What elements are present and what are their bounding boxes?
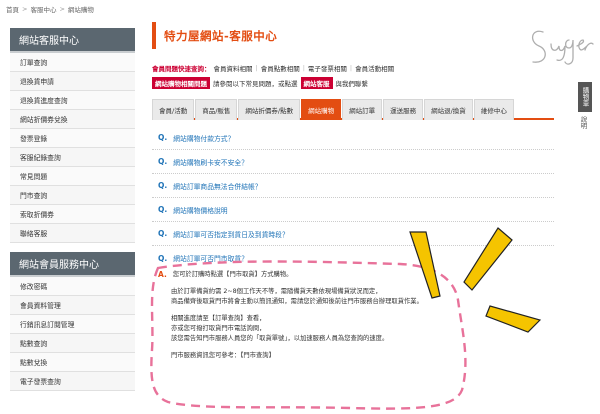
help-button[interactable]: 說明 [578,116,588,129]
breadcrumb: 首頁 > 客服中心 > 網站購物 [6,3,94,14]
tab-returns[interactable]: 網站退/換貨 [424,99,473,120]
question-mark-icon: Q. [158,253,168,263]
faq-question[interactable]: Q. 網站訂單可否指定到貨日及到貨時段？ [152,222,554,246]
category-tabs: 會員/活動 商品/販售 網站折價券/點數 網站購物 網站訂單 運送服務 網站退/… [152,99,554,120]
cart-button[interactable]: 購物車 [578,82,592,112]
divider: | [349,64,353,72]
breadcrumb-home[interactable]: 首頁 [6,4,19,14]
sidebar-item-invoice-register[interactable]: 發票登錄 [10,129,135,148]
answer-line: 由於訂單備貨約需 2~8個工作天不等，需隨備貨天數依現場備貨狀況而定， [171,288,382,295]
answer-line: 相關進度請至【訂單查詢】查看， [171,315,266,322]
quick-query-label: 會員問題快速查詢： [152,65,211,73]
question-mark-icon: Q. [158,133,168,142]
faq-question-text: 網站購物價格說明 [173,206,228,215]
quick-link-member-points[interactable]: 會員點數相關 [261,63,300,73]
answer-line: 該您需告知門市服務人員您的「取貨單號」，以加速服務人員為您查詢的速度。 [171,335,389,342]
hint-tag: 網站購物相關問題 [152,77,210,89]
sidebar-member-list: 修改密碼 會員資料管理 行銷訊息訂閱管理 點數查詢 點數兌換 電子發票查詢 [10,277,135,391]
quick-link-member-events[interactable]: 會員活動相關 [355,63,394,73]
faq-question-text: 網站訂單可否門市取貨？ [173,255,248,263]
page-title-bar: 特力屋網站-客服中心 [152,22,554,49]
faq-question-text: 網站訂單商品無法合併結帳？ [173,182,262,191]
sidebar-item-return-progress[interactable]: 退換貨進度查詢 [10,91,135,110]
sidebar-item-service-record[interactable]: 客服紀錄查詢 [10,148,135,167]
answer-line: 亦或您可撥打取貨門市電話詢問， [171,325,266,332]
sidebar-item-change-password[interactable]: 修改密碼 [10,277,135,296]
hint-text: 請參閱以下常見問題，或點選 [213,80,298,88]
tab-member-events[interactable]: 會員/活動 [152,99,195,120]
faq-question[interactable]: Q. 網站購物價格說明 [152,198,554,222]
faq-question-text: 網站購物刷卡安不安全？ [173,158,248,167]
faq-question-open[interactable]: Q. 網站訂單可否門市取貨？ [152,246,554,270]
quick-link-e-invoice[interactable]: 電子發票相關 [308,63,347,73]
breadcrumb-current: 網站購物 [67,5,94,14]
answer-line: 您可於訂購時點選【門市取貨】方式購物。 [172,271,293,278]
answer-mark-icon: A. [158,270,167,279]
sidebar-item-return-apply[interactable]: 退換貨申請 [10,72,135,91]
tab-delivery[interactable]: 運送服務 [383,99,424,120]
hint-suffix: 與我們聯繫 [335,80,369,88]
signature-watermark [525,22,595,85]
tab-online-orders[interactable]: 網站訂單 [342,99,383,120]
sidebar-member-title: 網站會員服務中心 [10,252,135,277]
breadcrumb-service[interactable]: 客服中心 [30,4,56,14]
sidebar-item-get-coupon[interactable]: 索取折價券 [10,205,135,224]
sidebar-item-points-query[interactable]: 點數查詢 [10,334,135,353]
tab-products[interactable]: 商品/販售 [195,99,238,120]
question-mark-icon: Q. [158,157,168,166]
sidebar-item-store-query[interactable]: 門市查詢 [10,186,135,205]
sidebar: 網站客服中心 訂單查詢 退換貨申請 退換貨進度查詢 網站折價券兌換 發票登錄 客… [10,28,135,391]
sidebar-item-order-query[interactable]: 訂單查詢 [10,53,135,72]
faq-question[interactable]: Q. 網站購物刷卡安不安全？ [152,150,554,174]
quick-link-member-data[interactable]: 會員資料相關 [214,63,253,73]
answer-line: 商品備齊後取貨門市將會主動以簡訊通知，需請您於通知後前往門市服務台辦理取貨作業。 [171,298,423,305]
tab-coupons-points[interactable]: 網站折價券/點數 [238,99,301,120]
question-mark-icon: Q. [158,229,168,238]
sidebar-service-title: 網站客服中心 [10,28,135,53]
divider: | [302,64,305,72]
answer-first-row: A. 您可於訂購時點選【門市取貨】方式購物。 [158,270,554,280]
question-mark-icon: Q. [158,181,168,190]
sidebar-item-coupon-redeem[interactable]: 網站折價券兌換 [10,110,135,129]
signature-icon [532,30,594,65]
sidebar-item-e-invoice[interactable]: 電子發票查詢 [10,372,135,391]
hint-line: 網站購物相關問題 請參閱以下常見問題，或點選 網站客服 與我們聯繫 [152,77,554,89]
main-content: 特力屋網站-客服中心 會員問題快速查詢： 會員資料相關 | 會員點數相關 | 電… [152,22,554,361]
divider: | [255,64,258,72]
faq-question-text: 網站購物付款方式？ [173,134,235,143]
faq-question[interactable]: Q. 網站訂單商品無法合併結帳？ [152,174,554,198]
page-title: 特力屋網站-客服中心 [164,28,278,43]
faq-answer: A. 您可於訂購時點選【門市取貨】方式購物。 由於訂單備貨約需 2~8個工作天不… [152,270,554,361]
sidebar-item-subscription[interactable]: 行銷訊息訂閱管理 [10,315,135,334]
sidebar-item-contact[interactable]: 聯絡客服 [10,224,135,243]
floating-side-tab: 購物車 說明 [578,82,592,129]
answer-line-store-link[interactable]: 門市服務資訊您可參考：【門市查詢】 [171,351,554,361]
sidebar-item-member-data[interactable]: 會員資料管理 [10,296,135,315]
question-mark-icon: Q. [158,205,168,214]
faq-list: Q. 網站購物付款方式？ Q. 網站購物刷卡安不安全？ Q. 網站訂單商品無法合併結帳… [152,126,554,361]
breadcrumb-separator: > [22,4,28,13]
sidebar-item-points-redeem[interactable]: 點數兌換 [10,353,135,372]
quick-query: 會員問題快速查詢： 會員資料相關 | 會員點數相關 | 電子發票相關 | 會員活… [152,63,554,73]
sidebar-service-list: 訂單查詢 退換貨申請 退換貨進度查詢 網站折價券兌換 發票登錄 客服紀錄查詢 常… [10,53,135,243]
tab-online-shopping[interactable]: 網站購物 [301,99,342,120]
faq-question-text: 網站訂單可否指定到貨日及到貨時段？ [173,230,289,239]
tab-repair[interactable]: 維修中心 [473,99,514,120]
faq-question[interactable]: Q. 網站購物付款方式？ [152,126,554,150]
sidebar-item-faq[interactable]: 常見問題 [10,167,135,186]
breadcrumb-separator: > [59,4,65,13]
hint-link-service[interactable]: 網站客服 [300,77,333,89]
